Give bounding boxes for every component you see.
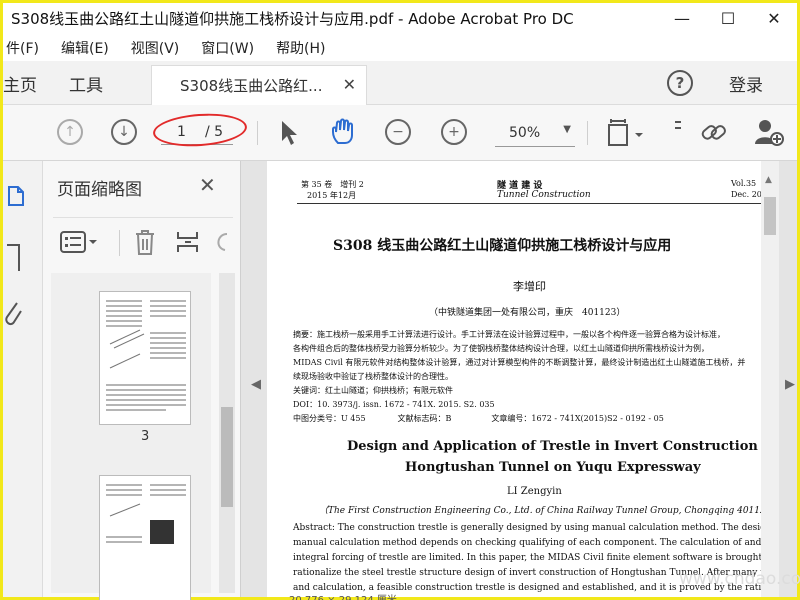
arrow-down-icon: ↓ (118, 124, 130, 140)
thumbnail-panel: 页面缩略图 ✕ 3 (43, 161, 241, 600)
arrow-up-icon: ↑ (64, 124, 76, 140)
next-page-arrow-icon[interactable]: ▶ (785, 377, 795, 392)
rotate-page-icon[interactable] (213, 230, 229, 254)
abstract-cn-line: 续现场验收中验证了栈桥整体设计的合理性。 (293, 372, 453, 381)
affiliation-cn: （中铁隧道集团一处有限公司，重庆 401123） (429, 308, 626, 318)
page-thumbnails-icon[interactable] (7, 185, 25, 207)
panel-separator (119, 230, 120, 256)
login-button[interactable]: 登录 (729, 71, 763, 96)
header-rule (297, 203, 763, 204)
select-tool-cursor-icon[interactable] (279, 119, 299, 147)
navigation-rail (3, 161, 43, 597)
window-title: S308线玉曲公路红土山隧道仰拱施工栈桥设计与应用.pdf - Adobe Ac… (11, 9, 574, 28)
watermark: www.cndao.com (679, 569, 800, 589)
zoom-value: 50% (509, 125, 541, 141)
scroll-up-icon[interactable]: ▲ (765, 175, 772, 185)
zoom-out-button[interactable]: − (385, 119, 411, 145)
toolbar-separator (257, 121, 258, 145)
document-scroll-thumb[interactable] (764, 197, 776, 235)
paper-title-en-line1: Design and Application of Trestle in Inv… (347, 439, 763, 454)
abstract-cn-line: 摘要：施工栈桥一般采用手工计算法进行设计。手工计算法在设计验算过程中，一般以各个… (293, 330, 725, 339)
classification-line: 中图分类号：U 455 文献标志码：B 文章编号：1672 - 741X(201… (293, 414, 664, 423)
toolbar: ↑ ↓ 1 / 5 − + 50% ▼ (3, 105, 797, 161)
thumbnail-list: 3 (51, 273, 211, 600)
plus-icon: + (448, 124, 460, 140)
maximize-button[interactable]: ☐ (705, 3, 751, 33)
hand-tool-icon[interactable] (329, 117, 359, 147)
paper-title-en-line2: Hongtushan Tunnel on Yuqu Expressway (405, 460, 701, 475)
zoom-in-button[interactable]: + (441, 119, 467, 145)
share-link-icon[interactable] (699, 117, 729, 147)
menu-window[interactable]: 窗口(W) (192, 38, 263, 58)
journal-date: 2015 年12月 (307, 191, 357, 200)
paper-title-cn: S308 线玉曲公路红土山隧道仰拱施工栈桥设计与应用 (333, 238, 672, 254)
delete-trash-icon[interactable] (133, 228, 157, 256)
abstract-en-line: manual calculation method depends on che… (293, 538, 763, 548)
insert-page-icon[interactable] (175, 228, 201, 256)
help-icon[interactable]: ? (667, 70, 693, 96)
menu-view[interactable]: 视图(V) (122, 38, 189, 58)
panel-title: 页面缩略图 (57, 180, 142, 200)
page-thumbnail-3[interactable] (99, 291, 191, 425)
toolbar-separator (587, 121, 588, 145)
abstract-cn-line: 各构件组合后的整体栈桥受力验算分析较少。为了使钢栈桥整体结构设计合理，以红土山隧… (293, 344, 709, 353)
thumbnail-preview (106, 300, 186, 411)
pdf-page: 第 35 卷 增刊 2 2015 年12月 隧 道 建 设 Tunnel Con… (267, 161, 763, 597)
tab-bar: 主页 工具 S308线玉曲公路红... ✕ ? 登录 (3, 61, 797, 105)
journal-volume: 第 35 卷 增刊 2 (301, 180, 364, 189)
abstract-en-line: integral forcing of trestle are limited.… (293, 553, 763, 563)
journal-date-en: Dec. 20 (731, 190, 762, 199)
minus-icon: − (392, 124, 404, 140)
author-cn: 李增印 (513, 280, 546, 293)
window-controls: — ☐ ✕ (659, 3, 797, 33)
abstract-en-line: Abstract: The construction trestle is ge… (293, 523, 763, 533)
menu-file[interactable]: 件(F) (0, 38, 48, 58)
journal-volume-en: Vol.35 (731, 179, 757, 188)
author-en: LI Zengyin (507, 486, 562, 497)
panel-scroll-thumb[interactable] (221, 407, 233, 507)
page-fit-icon[interactable] (605, 117, 645, 149)
close-panel-icon[interactable]: ✕ (199, 173, 216, 197)
tab-home[interactable]: 主页 (3, 71, 37, 96)
thumbnail-preview (106, 484, 186, 544)
panel-scrollbar[interactable] (219, 273, 235, 593)
affiliation-en: （The First Construction Engineering Co.,… (319, 506, 763, 516)
zoom-level-dropdown[interactable]: 50% ▼ (495, 119, 575, 147)
chevron-down-icon: ▼ (563, 124, 571, 135)
document-scrollbar[interactable]: ▲ (761, 161, 779, 597)
menu-help[interactable]: 帮助(H) (267, 38, 334, 58)
journal-name-en: Tunnel Construction (497, 190, 591, 200)
options-menu-icon[interactable] (59, 230, 99, 254)
panel-toolbar (53, 217, 233, 257)
previous-page-arrow-icon[interactable]: ◀ (251, 377, 261, 392)
close-window-button[interactable]: ✕ (751, 3, 797, 33)
previous-page-button[interactable]: ↑ (57, 119, 83, 145)
title-bar: S308线玉曲公路红土山隧道仰拱施工栈桥设计与应用.pdf - Adobe Ac… (3, 3, 797, 33)
tab-tools[interactable]: 工具 (69, 71, 103, 96)
bookmark-icon[interactable] (5, 243, 21, 273)
document-view: ◀ ▶ 第 35 卷 增刊 2 2015 年12月 隧 道 建 设 Tunnel… (241, 161, 797, 597)
keywords-line: 关键词：红土山隧道；仰拱栈桥；有限元软件 (293, 386, 453, 395)
page-thumbnail-4[interactable] (99, 475, 191, 600)
minimize-button[interactable]: — (659, 3, 705, 33)
menu-bar: 件(F) 编辑(E) 视图(V) 窗口(W) 帮助(H) (3, 35, 797, 61)
thumbnail-page-label: 3 (141, 429, 150, 444)
page-size-status: 20.776 × 29.124 厘米 (289, 591, 397, 600)
next-page-button[interactable]: ↓ (111, 119, 137, 145)
doi-line: DOI：10. 3973/j. issn. 1672 - 741X. 2015.… (293, 400, 495, 409)
add-user-icon[interactable] (753, 117, 785, 147)
menu-edit[interactable]: 编辑(E) (52, 38, 118, 58)
tab-document[interactable]: S308线玉曲公路红... ✕ (151, 65, 367, 105)
attachment-icon[interactable] (3, 299, 23, 329)
tab-close-icon[interactable]: ✕ (343, 75, 356, 94)
tab-document-label: S308线玉曲公路红... (180, 77, 323, 95)
more-tools-icon[interactable] (673, 117, 685, 145)
abstract-cn-line: MIDAS Civil 有限元软件对结构整体设计验算，通过对计算模型构件的不断调… (293, 358, 746, 367)
